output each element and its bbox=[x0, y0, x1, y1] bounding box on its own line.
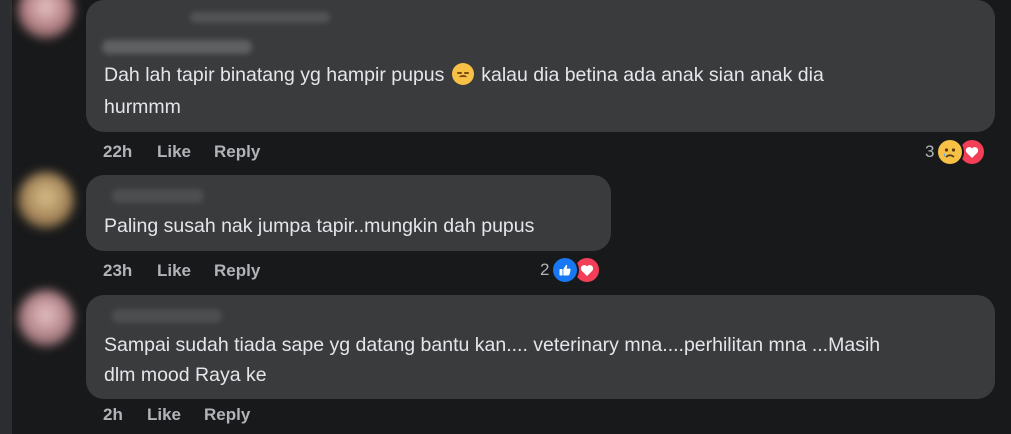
comment-bubble: Dah lah tapir binatang yg hampir pupus k… bbox=[86, 0, 995, 132]
like-button[interactable]: Like bbox=[157, 142, 191, 162]
reply-button[interactable]: Reply bbox=[214, 142, 260, 162]
avatar[interactable] bbox=[18, 0, 74, 38]
left-edge-strip bbox=[0, 0, 12, 434]
like-reaction-icon bbox=[551, 256, 580, 284]
reply-button[interactable]: Reply bbox=[214, 261, 260, 281]
sad-reaction-icon bbox=[936, 138, 965, 166]
comment-text-line2: hurmmm bbox=[104, 96, 181, 118]
comment-bubble: Paling susah nak jumpa tapir..mungkin da… bbox=[86, 175, 611, 251]
like-button[interactable]: Like bbox=[157, 261, 191, 281]
comment-time[interactable]: 23h bbox=[103, 261, 132, 281]
pensive-face-emoji-icon bbox=[451, 63, 474, 85]
comment-bubble: Sampai sudah tiada sape yg datang bantu … bbox=[86, 295, 995, 399]
comment-text: Dah lah tapir binatang yg hampir pupus k… bbox=[104, 59, 824, 92]
comment-text: Sampai sudah tiada sape yg datang bantu … bbox=[104, 334, 881, 356]
reaction-summary[interactable]: 3 bbox=[925, 138, 987, 166]
author-meta-blurred bbox=[190, 12, 330, 23]
author-name-blurred[interactable] bbox=[102, 40, 252, 54]
comment-text-part: kalau dia betina ada anak sian anak dia bbox=[481, 64, 824, 86]
comment-time[interactable]: 2h bbox=[103, 405, 123, 425]
comment-text: Paling susah nak jumpa tapir..mungkin da… bbox=[104, 215, 535, 237]
reply-button[interactable]: Reply bbox=[204, 405, 250, 425]
comment-text-line2: dlm mood Raya ke bbox=[104, 364, 267, 386]
author-name-blurred[interactable] bbox=[112, 189, 204, 203]
comment-text-part: Dah lah tapir binatang yg hampir pupus bbox=[104, 64, 445, 86]
avatar[interactable] bbox=[18, 172, 74, 228]
avatar[interactable] bbox=[18, 290, 74, 346]
reaction-summary[interactable]: 2 bbox=[540, 256, 602, 284]
reaction-count: 3 bbox=[925, 142, 935, 161]
like-button[interactable]: Like bbox=[147, 405, 181, 425]
comment-time[interactable]: 22h bbox=[103, 142, 132, 162]
reaction-count: 2 bbox=[540, 260, 550, 279]
author-name-blurred[interactable] bbox=[112, 309, 222, 323]
